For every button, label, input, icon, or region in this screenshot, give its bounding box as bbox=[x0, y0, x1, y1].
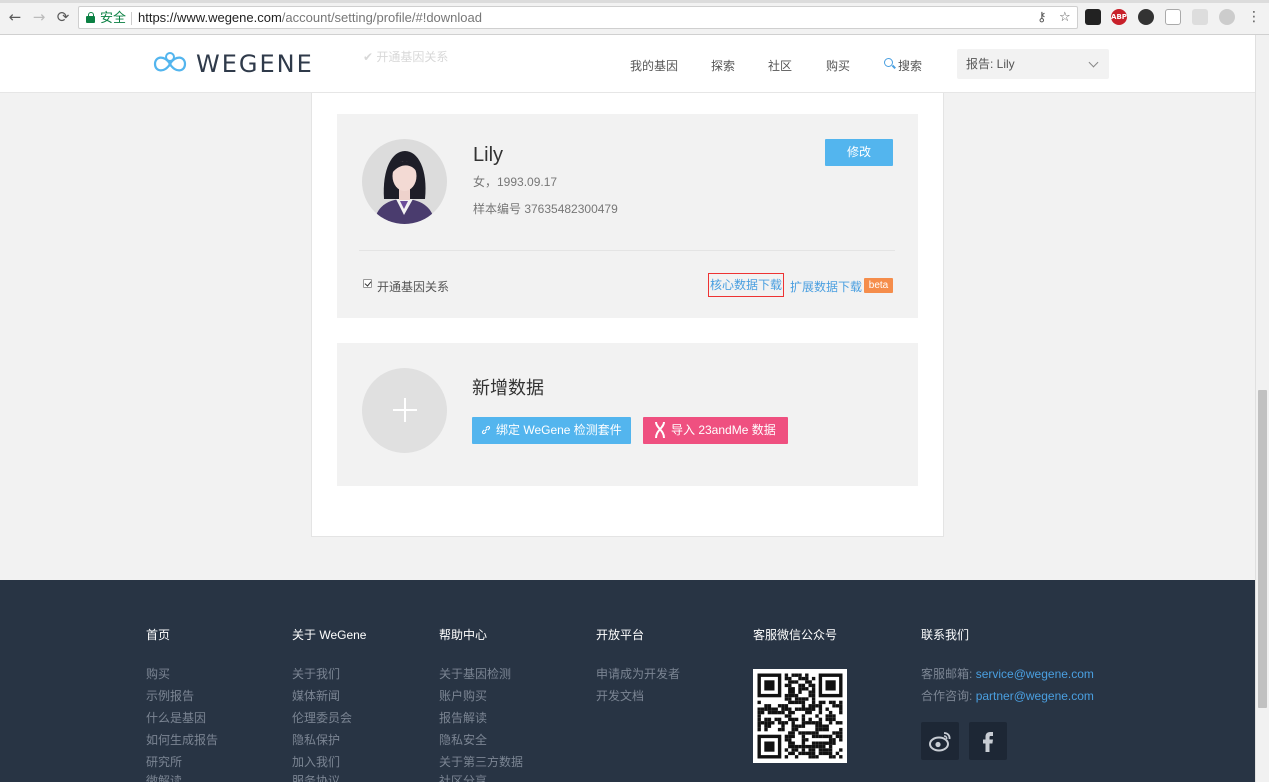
adblock-icon[interactable]: ABP bbox=[1111, 9, 1127, 25]
footer-link[interactable]: 微解读 bbox=[146, 772, 182, 782]
beta-badge: beta bbox=[864, 278, 893, 293]
logo-text: WEGENE bbox=[196, 50, 314, 78]
footer-link[interactable]: 示例报告 bbox=[146, 687, 194, 704]
footer-link[interactable]: 开发文档 bbox=[596, 687, 644, 704]
bind-kit-label: 绑定 WeGene 检测套件 bbox=[496, 423, 622, 437]
footer-head-contact: 联系我们 bbox=[921, 628, 970, 642]
page-scrollbar[interactable] bbox=[1255, 35, 1269, 782]
footer-link[interactable]: 账户购买 bbox=[439, 687, 487, 704]
female-avatar-icon bbox=[374, 151, 435, 224]
extended-data-download-link[interactable]: 扩展数据下载 bbox=[790, 278, 862, 295]
ghost-gene-relation: ✔ 开通基因关系 bbox=[363, 50, 449, 64]
link-icon bbox=[481, 425, 491, 435]
url-text: https://www.wegene.com/account/setting/p… bbox=[138, 7, 482, 28]
forward-icon[interactable]: → bbox=[30, 8, 48, 26]
profile-gender-birth: 女，1993.09.17 bbox=[473, 175, 558, 189]
footer-link[interactable]: 研究所 bbox=[146, 753, 182, 770]
footer-head-help[interactable]: 帮助中心 bbox=[439, 626, 487, 643]
add-plus-icon[interactable] bbox=[362, 368, 447, 453]
import-23andme-button[interactable]: 导入 23andMe 数据 bbox=[643, 417, 788, 444]
footer-head-home[interactable]: 首页 bbox=[146, 626, 170, 643]
footer-link[interactable]: 报告解读 bbox=[439, 709, 487, 726]
wegene-logo[interactable]: WEGENE bbox=[151, 50, 314, 78]
gene-relation-label: 开通基因关系 bbox=[377, 280, 450, 294]
add-data-title: 新增数据 bbox=[472, 378, 544, 398]
footer-link[interactable]: 关于基因检测 bbox=[439, 665, 511, 682]
profile-sample-id: 样本编号 37635482300479 bbox=[473, 202, 618, 216]
nav-my-gene[interactable]: 我的基因 bbox=[630, 57, 678, 74]
extension-tool-icon[interactable] bbox=[1192, 9, 1208, 25]
qr-code-icon bbox=[757, 673, 843, 759]
footer-link[interactable]: 关于第三方数据 bbox=[439, 753, 523, 770]
profile-name: Lily bbox=[473, 144, 504, 166]
reload-icon[interactable]: ⟳ bbox=[54, 8, 72, 26]
gene-relation-checkbox[interactable] bbox=[363, 279, 372, 288]
report-select[interactable]: 报告: Lily bbox=[957, 49, 1109, 79]
address-separator bbox=[131, 12, 132, 25]
browser-toolbar: ← → ⟳ 安全 https://www.wegene.com/account/… bbox=[0, 0, 1269, 35]
footer-head-wechat: 客服微信公众号 bbox=[753, 628, 838, 642]
avatar bbox=[362, 139, 447, 224]
service-email-row: 客服邮箱: service@wegene.com bbox=[921, 665, 1094, 682]
footer-head-about[interactable]: 关于 WeGene bbox=[292, 626, 366, 643]
tab-strip bbox=[0, 0, 1269, 3]
extension-moon-icon[interactable] bbox=[1219, 9, 1235, 25]
footer-link[interactable]: 加入我们 bbox=[292, 753, 340, 770]
browser-menu-icon[interactable]: ⋮ bbox=[1245, 8, 1263, 26]
weibo-icon bbox=[929, 732, 951, 752]
search-icon[interactable] bbox=[884, 58, 896, 70]
add-data-panel: 新增数据 绑定 WeGene 检测套件 导入 23andMe 数据 bbox=[337, 343, 918, 486]
footer-link[interactable]: 如何生成报告 bbox=[146, 731, 218, 748]
footer-link[interactable]: 申请成为开发者 bbox=[596, 665, 680, 682]
extension-circle-icon[interactable] bbox=[1138, 9, 1154, 25]
footer-link[interactable]: 隐私保护 bbox=[292, 731, 340, 748]
scrollbar-thumb[interactable] bbox=[1258, 390, 1267, 708]
edit-profile-button[interactable]: 修改 bbox=[825, 139, 893, 166]
extension-bird-icon[interactable] bbox=[1085, 9, 1101, 25]
profile-panel: Lily 女，1993.09.17 样本编号 37635482300479 修改… bbox=[337, 114, 918, 318]
footer-link[interactable]: 关于我们 bbox=[292, 665, 340, 682]
import-23andme-label: 导入 23andMe 数据 bbox=[671, 423, 776, 437]
secure-label: 安全 bbox=[100, 10, 127, 25]
partner-email-label: 合作咨询: bbox=[921, 689, 973, 703]
footer-head-open-platform[interactable]: 开放平台 bbox=[596, 626, 644, 643]
weibo-button[interactable] bbox=[921, 722, 959, 760]
core-data-download-link[interactable]: 核心数据下载 bbox=[708, 273, 785, 297]
partner-email-link[interactable]: partner@wegene.com bbox=[976, 689, 1094, 703]
url-path: /account/setting/profile/#!download bbox=[281, 10, 482, 25]
profile-divider bbox=[359, 250, 895, 251]
nav-community[interactable]: 社区 bbox=[768, 57, 792, 74]
site-header: ✔ 开通基因关系 WEGENE 我的基因 探索 社区 购买 搜索 报告: Lil… bbox=[0, 35, 1255, 93]
dna-icon bbox=[655, 421, 665, 439]
footer-link[interactable]: 服务协议 bbox=[292, 772, 340, 782]
back-icon[interactable]: ← bbox=[6, 8, 24, 26]
wechat-qr-code bbox=[753, 669, 847, 763]
footer-link[interactable]: 隐私安全 bbox=[439, 731, 487, 748]
facebook-icon bbox=[983, 732, 993, 752]
address-bar[interactable]: 安全 https://www.wegene.com/account/settin… bbox=[78, 6, 1078, 29]
site-footer: 首页 购买 示例报告 什么是基因 如何生成报告 研究所 微解读 关于 WeGen… bbox=[0, 580, 1255, 782]
logo-mark-icon bbox=[153, 52, 187, 72]
bookmark-star-icon[interactable]: ☆ bbox=[1059, 7, 1071, 28]
footer-link[interactable]: 什么是基因 bbox=[146, 709, 206, 726]
nav-buy[interactable]: 购买 bbox=[826, 57, 850, 74]
nav-explore[interactable]: 探索 bbox=[711, 57, 735, 74]
footer-link[interactable]: 伦理委员会 bbox=[292, 709, 352, 726]
service-email-label: 客服邮箱: bbox=[921, 667, 973, 681]
partner-email-row: 合作咨询: partner@wegene.com bbox=[921, 687, 1094, 704]
facebook-button[interactable] bbox=[969, 722, 1007, 760]
chevron-down-icon bbox=[1088, 57, 1099, 68]
url-host: https://www.wegene.com bbox=[138, 10, 282, 25]
key-icon[interactable]: ⚷ bbox=[1037, 7, 1047, 28]
extension-doc-icon[interactable] bbox=[1165, 9, 1181, 25]
footer-link[interactable]: 社区分享 bbox=[439, 772, 487, 782]
footer-link[interactable]: 购买 bbox=[146, 665, 170, 682]
bind-kit-button[interactable]: 绑定 WeGene 检测套件 bbox=[472, 417, 631, 444]
footer-link[interactable]: 媒体新闻 bbox=[292, 687, 340, 704]
service-email-link[interactable]: service@wegene.com bbox=[976, 667, 1094, 681]
nav-search[interactable]: 搜索 bbox=[898, 57, 922, 74]
report-select-value: 报告: Lily bbox=[966, 57, 1015, 71]
lock-icon bbox=[86, 12, 95, 23]
